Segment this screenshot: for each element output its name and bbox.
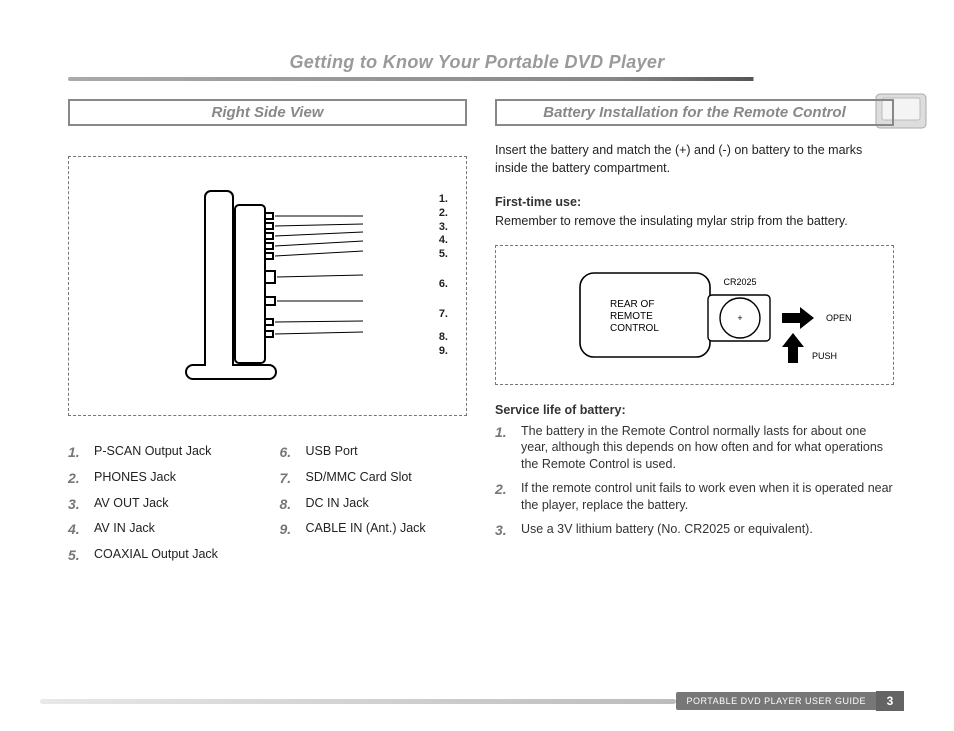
page-number: 3 [876,691,904,711]
rear-of-remote-label: REAR OF REMOTE CONTROL [610,299,659,334]
legend-item: 7.SD/MMC Card Slot [280,470,468,487]
list-item: 1.The battery in the Remote Control norm… [495,423,894,474]
first-time-use-body: Remember to remove the insulating mylar … [495,213,894,231]
diagram-callout-numbers: 1. 2. 3. 4. 5. 6. 7. 8. 9. [439,193,448,359]
legend-item: 3.AV OUT Jack [68,496,256,513]
first-time-use-heading: First-time use: [495,195,894,209]
page-title: Getting to Know Your Portable DVD Player [0,52,954,73]
list-item: 2.If the remote control unit fails to wo… [495,480,894,514]
right-side-view-diagram: 1. 2. 3. 4. 5. 6. 7. 8. 9. [68,156,467,416]
title-rule [68,77,904,81]
legend-item: 1.P-SCAN Output Jack [68,444,256,461]
remote-illustration: + CR2025 OPEN PUSH REAR OF REMOTE CONTRO… [530,255,860,375]
right-column: Battery Installation for the Remote Cont… [495,99,894,573]
service-life-heading: Service life of battery: [495,403,894,417]
footer-guide-label: PORTABLE DVD PLAYER USER GUIDE [676,692,876,710]
legend-item: 6.USB Port [280,444,468,461]
ports-legend: 1.P-SCAN Output Jack 2.PHONES Jack 3.AV … [68,444,467,573]
legend-item: 2.PHONES Jack [68,470,256,487]
open-label: OPEN [826,313,852,323]
page-footer: PORTABLE DVD PLAYER USER GUIDE 3 [0,691,954,711]
svg-text:+: + [737,313,742,323]
section-header-right-side-view: Right Side View [68,99,467,126]
intro-paragraph: Insert the battery and match the (+) and… [495,142,894,177]
legend-item: 9.CABLE IN (Ant.) Jack [280,521,468,538]
legend-item: 5.COAXIAL Output Jack [68,547,256,564]
left-column: Right Side View [68,99,467,573]
player-side-illustration [153,171,383,401]
service-life-list: 1.The battery in the Remote Control norm… [495,423,894,540]
footer-rule [40,699,676,704]
list-item: 3.Use a 3V lithium battery (No. CR2025 o… [495,521,894,540]
legend-item: 4.AV IN Jack [68,521,256,538]
legend-item: 8.DC IN Jack [280,496,468,513]
remote-battery-diagram: + CR2025 OPEN PUSH REAR OF REMOTE CONTRO… [495,245,894,385]
push-label: PUSH [812,351,837,361]
section-header-battery-install: Battery Installation for the Remote Cont… [495,99,894,126]
battery-type-label: CR2025 [723,277,756,287]
